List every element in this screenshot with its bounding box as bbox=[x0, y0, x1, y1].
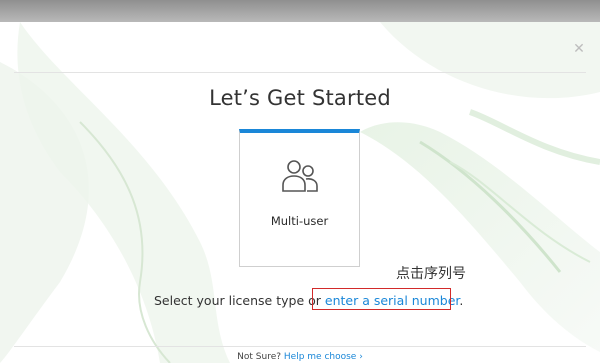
window-titlebar bbox=[0, 0, 600, 22]
annotation-text: 点击序列号 bbox=[396, 266, 466, 282]
users-icon bbox=[282, 160, 318, 192]
prompt-suffix: . bbox=[459, 293, 464, 308]
footer-divider bbox=[14, 346, 586, 347]
page-title: Let’s Get Started bbox=[209, 86, 391, 110]
footer: Not Sure? Help me choose › bbox=[0, 352, 600, 362]
license-card-label: Multi-user bbox=[270, 214, 329, 228]
prompt-text: Select your license type or bbox=[154, 293, 325, 308]
close-icon[interactable]: ✕ bbox=[572, 42, 586, 56]
license-card-multi-user[interactable]: Multi-user bbox=[239, 129, 360, 267]
help-me-choose-link[interactable]: Help me choose bbox=[284, 352, 356, 362]
header-divider bbox=[14, 72, 586, 73]
chevron-right-icon[interactable]: › bbox=[359, 352, 363, 362]
footer-text: Not Sure? bbox=[237, 352, 284, 362]
serial-link-highlight bbox=[312, 288, 451, 310]
get-started-dialog: ✕ Let’s Get Started Multi-user 点击序列号 Sel… bbox=[0, 22, 600, 363]
